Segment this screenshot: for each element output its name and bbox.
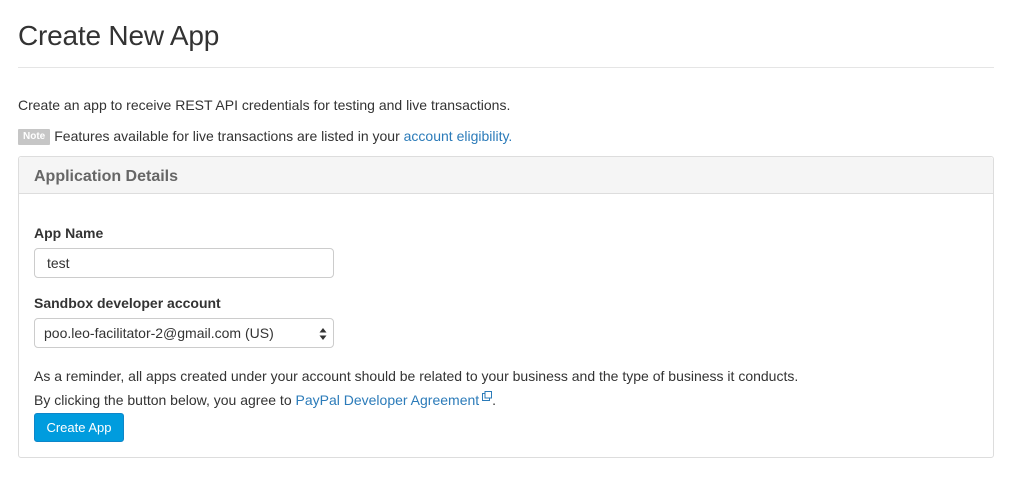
reminder-text: As a reminder, all apps created under yo…: [34, 366, 798, 410]
agree-prefix: By clicking the button below, you agree …: [34, 392, 296, 408]
sandbox-account-label: Sandbox developer account: [34, 295, 221, 311]
sandbox-account-select[interactable]: poo.leo-facilitator-2@gmail.com (US): [34, 318, 334, 348]
agree-suffix: .: [492, 392, 497, 408]
developer-agreement-link[interactable]: PayPal Developer Agreement: [296, 392, 480, 408]
note-badge: Note: [18, 129, 51, 145]
note-text: Features available for live transactions…: [54, 128, 404, 144]
page-title: Create New App: [18, 20, 220, 51]
select-arrows-icon: [319, 327, 327, 341]
application-details-panel: Application Details App Name Sandbox dev…: [18, 156, 994, 458]
create-app-button[interactable]: Create App: [34, 413, 124, 442]
app-name-label: App Name: [34, 225, 104, 241]
intro-text: Create an app to receive REST API creden…: [18, 97, 511, 113]
create-app-page: Create New App Create an app to receive …: [0, 0, 1026, 499]
app-name-input[interactable]: [34, 248, 334, 278]
reminder-line-1: As a reminder, all apps created under yo…: [34, 368, 799, 384]
sandbox-account-selected: poo.leo-facilitator-2@gmail.com (US): [44, 325, 274, 341]
account-eligibility-link[interactable]: account eligibility.: [404, 128, 513, 144]
note-line: Note Features available for live transact…: [18, 128, 512, 145]
external-link-icon: [482, 386, 493, 406]
title-divider: [18, 67, 994, 68]
panel-title: Application Details: [34, 168, 179, 185]
panel-heading: Application Details: [19, 157, 993, 194]
